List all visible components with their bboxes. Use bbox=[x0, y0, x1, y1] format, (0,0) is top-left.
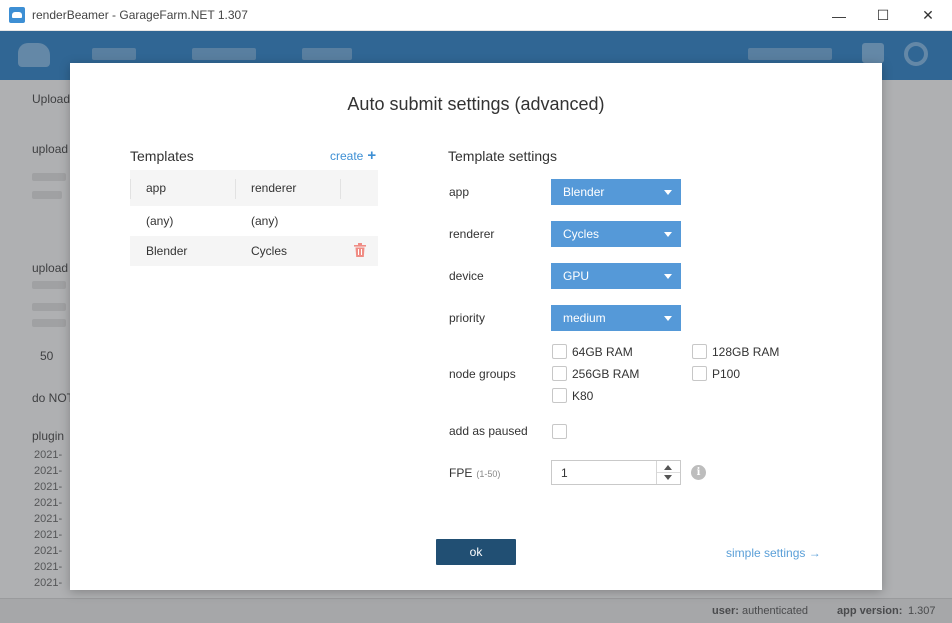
node-group-checkbox-64gb[interactable] bbox=[552, 344, 567, 359]
node-group-label: K80 bbox=[572, 389, 594, 403]
priority-label: priority bbox=[449, 311, 486, 325]
node-group-label: P100 bbox=[712, 367, 741, 381]
node-groups-label: node groups bbox=[449, 367, 516, 381]
maximize-button[interactable]: ☐ bbox=[860, 0, 906, 31]
info-icon[interactable]: i bbox=[691, 465, 706, 480]
column-divider bbox=[235, 179, 236, 199]
fpe-label-text: FPE bbox=[449, 466, 473, 480]
column-header-renderer: renderer bbox=[251, 181, 297, 195]
table-row[interactable]: Blender Cycles bbox=[130, 236, 378, 266]
simple-settings-link[interactable]: simple settings → bbox=[726, 546, 821, 560]
renderer-select-value: Cycles bbox=[563, 227, 600, 241]
node-group-label: 128GB RAM bbox=[712, 345, 780, 359]
renderer-label: renderer bbox=[449, 227, 495, 241]
table-row[interactable]: (any) (any) bbox=[130, 206, 378, 236]
renderer-select[interactable]: Cycles bbox=[551, 221, 681, 247]
node-group-checkbox-k80[interactable] bbox=[552, 388, 567, 403]
close-button[interactable]: ✕ bbox=[905, 0, 951, 31]
window-titlebar: renderBeamer - GarageFarm.NET 1.307 — ☐ … bbox=[0, 0, 952, 31]
minimize-button[interactable]: — bbox=[816, 0, 862, 31]
app-label: app bbox=[449, 185, 470, 199]
ok-button[interactable]: ok bbox=[436, 539, 516, 565]
chevron-down-icon bbox=[664, 190, 672, 195]
row-app: Blender bbox=[146, 244, 188, 258]
chevron-down-icon bbox=[664, 274, 672, 279]
fpe-value: 1 bbox=[561, 466, 568, 480]
stepper-divider bbox=[657, 472, 680, 473]
node-group-checkbox-p100[interactable] bbox=[692, 366, 707, 381]
device-select-value: GPU bbox=[563, 269, 590, 283]
app-select-value: Blender bbox=[563, 185, 605, 199]
create-template-button[interactable]: create + bbox=[330, 147, 377, 164]
node-group-checkbox-256gb[interactable] bbox=[552, 366, 567, 381]
add-paused-checkbox[interactable] bbox=[552, 424, 567, 439]
row-renderer: Cycles bbox=[251, 244, 288, 258]
settings-heading: Template settings bbox=[448, 148, 557, 164]
stepper-up-icon[interactable] bbox=[664, 465, 672, 470]
templates-heading: Templates bbox=[130, 148, 194, 164]
plus-icon: + bbox=[367, 147, 377, 164]
create-label: create bbox=[330, 149, 364, 163]
node-group-label: 64GB RAM bbox=[572, 345, 633, 359]
fpe-stepper[interactable]: 1 bbox=[551, 460, 681, 485]
node-group-label: 256GB RAM bbox=[572, 367, 640, 381]
row-app: (any) bbox=[146, 214, 174, 228]
auto-submit-dialog: Auto submit settings (advanced) Template… bbox=[70, 63, 882, 590]
fpe-range-hint: (1-50) bbox=[476, 469, 501, 479]
dialog-title: Auto submit settings (advanced) bbox=[347, 94, 605, 114]
table-header: app renderer bbox=[130, 170, 378, 206]
priority-select-value: medium bbox=[563, 311, 606, 325]
device-select[interactable]: GPU bbox=[551, 263, 681, 289]
chevron-down-icon bbox=[664, 316, 672, 321]
window-title: renderBeamer - GarageFarm.NET 1.307 bbox=[32, 8, 248, 22]
device-label: device bbox=[449, 269, 484, 283]
chevron-down-icon bbox=[664, 232, 672, 237]
app-select[interactable]: Blender bbox=[551, 179, 681, 205]
column-header-app: app bbox=[146, 181, 167, 195]
column-divider bbox=[340, 179, 341, 199]
app-logo-icon bbox=[9, 7, 25, 23]
stepper-down-icon[interactable] bbox=[664, 475, 672, 480]
priority-select[interactable]: medium bbox=[551, 305, 681, 331]
node-group-checkbox-128gb[interactable] bbox=[692, 344, 707, 359]
row-renderer: (any) bbox=[251, 214, 279, 228]
column-divider bbox=[130, 179, 131, 199]
templates-table: app renderer (any) (any) Blender Cycles bbox=[130, 170, 378, 266]
add-paused-label: add as paused bbox=[449, 424, 528, 438]
trash-icon[interactable] bbox=[354, 243, 366, 257]
stepper-buttons bbox=[656, 461, 680, 484]
fpe-label: FPE (1-50) bbox=[449, 466, 500, 480]
